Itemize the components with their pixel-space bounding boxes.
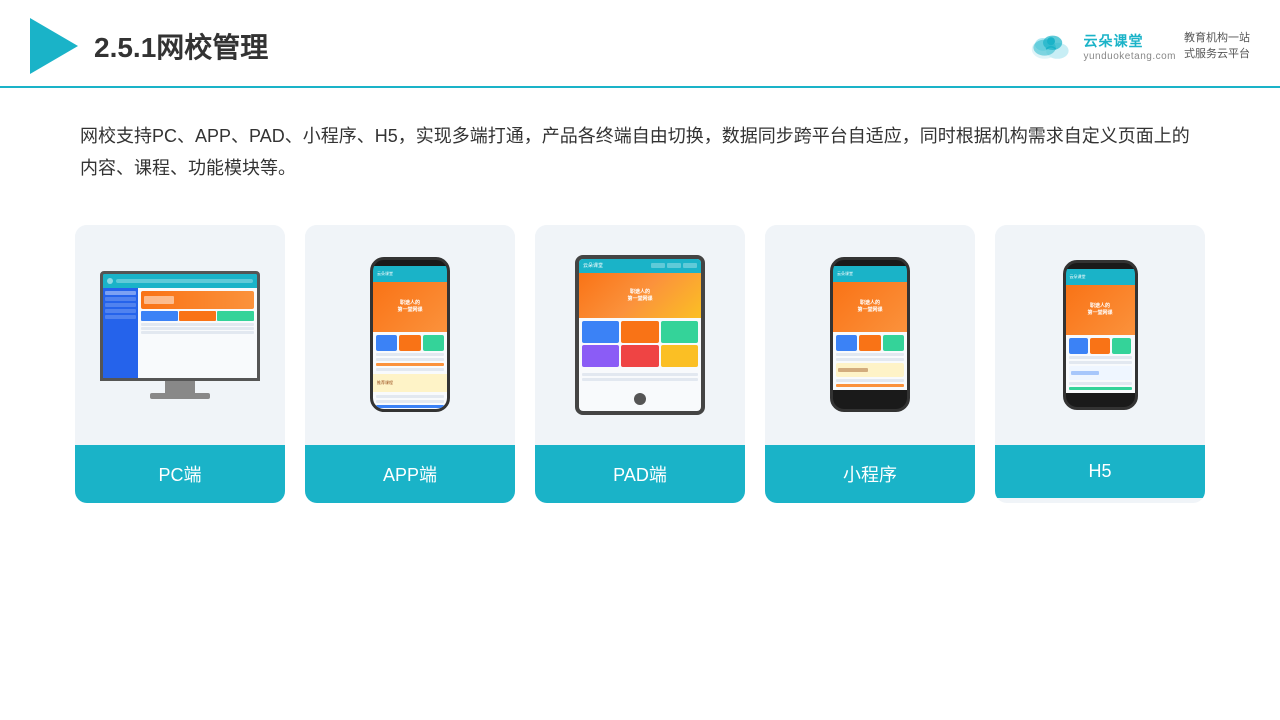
tablet-grid-item [621, 345, 658, 367]
description-paragraph: 网校支持PC、APP、PAD、小程序、H5，实现多端打通，产品各终端自由切换，数… [80, 120, 1200, 185]
logo-triangle-icon [30, 18, 78, 74]
brand-name: 云朵课堂 [1083, 31, 1176, 51]
tablet-grid-item [661, 321, 698, 343]
tablet-banner: 职途人的第一堂网课 [579, 273, 701, 318]
card-pad: 云朵课堂 职途人的第一堂网课 [535, 225, 745, 503]
pad-tablet-mockup: 云朵课堂 职途人的第一堂网课 [575, 255, 705, 415]
header: 2.5.1网校管理 云朵课堂 yunduoketang.com 教育机构一站式服… [0, 0, 1280, 88]
phone-notch [397, 260, 423, 266]
brand-container: 云朵课堂 yunduoketang.com 教育机构一站式服务云平台 [1027, 30, 1250, 63]
page-title: 2.5.1网校管理 [94, 26, 268, 66]
card-miniprogram-label: 小程序 [765, 445, 975, 503]
h5-phone-mockup: 云朵课堂 职途人的第一堂网课 [1063, 260, 1138, 410]
description-text: 网校支持PC、APP、PAD、小程序、H5，实现多端打通，产品各终端自由切换，数… [0, 88, 1280, 205]
miniprogram-phone-mockup: 云朵课堂 职途人的第一堂网课 [830, 257, 910, 412]
brand-domain: yunduoketang.com [1083, 51, 1176, 62]
tablet-screen: 云朵课堂 职途人的第一堂网课 [579, 259, 701, 411]
card-app-image: 云朵课堂 职途人的第一堂网课 [305, 225, 515, 445]
tablet-home-button [634, 393, 646, 405]
pc-mockup [100, 271, 260, 399]
pc-stand [165, 381, 195, 393]
app-phone-mockup: 云朵课堂 职途人的第一堂网课 [370, 257, 450, 412]
tablet-banner-text: 职途人的第一堂网课 [627, 288, 652, 302]
cloud-logo-icon [1027, 31, 1075, 61]
header-left: 2.5.1网校管理 [30, 18, 268, 74]
card-pc: PC端 [75, 225, 285, 503]
brand-text-block: 云朵课堂 yunduoketang.com [1083, 31, 1176, 62]
tablet-grid-item [582, 345, 619, 367]
card-pad-image: 云朵课堂 职途人的第一堂网课 [535, 225, 745, 445]
pc-base [150, 393, 210, 399]
card-miniprogram: 云朵课堂 职途人的第一堂网课 [765, 225, 975, 503]
tablet-grid-item [621, 321, 658, 343]
phone-notch-3 [1087, 263, 1113, 269]
card-app-label: APP端 [305, 445, 515, 503]
brand-tagline: 教育机构一站式服务云平台 [1184, 30, 1250, 63]
card-pad-label: PAD端 [535, 445, 745, 503]
card-pc-image [75, 225, 285, 445]
card-miniprogram-image: 云朵课堂 职途人的第一堂网课 [765, 225, 975, 445]
tablet-grid [579, 318, 701, 370]
card-h5: 云朵课堂 职途人的第一堂网课 [995, 225, 1205, 503]
card-app: 云朵课堂 职途人的第一堂网课 [305, 225, 515, 503]
card-h5-label: H5 [995, 445, 1205, 498]
tablet-topbar: 云朵课堂 [579, 259, 701, 273]
card-h5-image: 云朵课堂 职途人的第一堂网课 [995, 225, 1205, 445]
cards-section: PC端 云朵课堂 职途人的第一堂网课 [0, 205, 1280, 523]
brand-row: 云朵课堂 yunduoketang.com 教育机构一站式服务云平台 [1027, 30, 1250, 63]
card-pc-label: PC端 [75, 445, 285, 503]
phone-notch-2 [857, 260, 883, 266]
tablet-grid-item [582, 321, 619, 343]
pc-screen [100, 271, 260, 381]
tablet-grid-item [661, 345, 698, 367]
